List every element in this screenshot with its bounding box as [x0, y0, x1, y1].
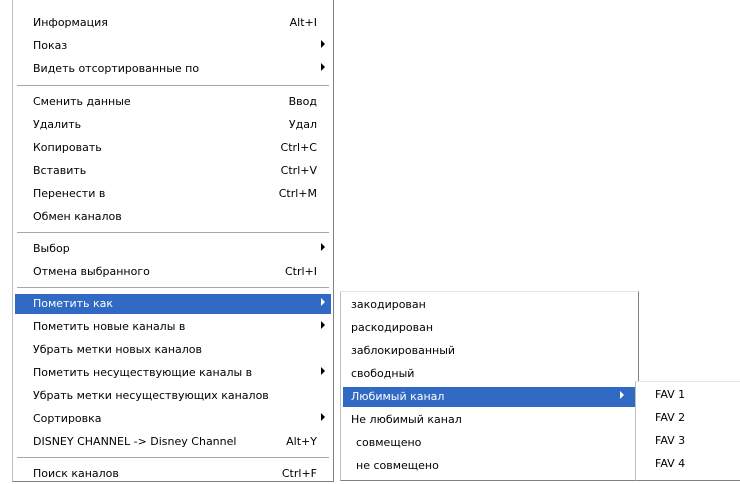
- submenu-arrow-icon: [321, 243, 325, 251]
- menu-item-select[interactable]: Выбор: [15, 239, 331, 259]
- submenu-item-fav3[interactable]: FAV 3: [638, 431, 740, 451]
- menu-item-label: Не любимый канал: [351, 413, 462, 426]
- menu-item-label: Выбор: [33, 242, 70, 255]
- menu-item-delete[interactable]: Удалить Удал: [15, 115, 331, 135]
- submenu-item-not-matched[interactable]: не совмещено: [343, 456, 636, 476]
- submenu-arrow-icon: [321, 298, 325, 306]
- menu-item-sorted-view[interactable]: Видеть отсортированные по: [15, 59, 331, 79]
- menu-item-remove-new-marks[interactable]: Убрать метки новых каналов: [15, 340, 331, 360]
- menu-item-shortcut: Ctrl+C: [280, 141, 317, 154]
- submenu-item-fav2[interactable]: FAV 2: [638, 408, 740, 428]
- menu-item-label: Сменить данные: [33, 95, 131, 108]
- submenu-arrow-icon: [321, 413, 325, 421]
- menu-item-mark-missing-channels[interactable]: Пометить несуществующие каналы в: [15, 363, 331, 383]
- menu-item-label: Перенести в: [33, 187, 106, 200]
- menu-item-swap-channels[interactable]: Обмен каналов: [15, 207, 331, 227]
- menu-item-copy[interactable]: Копировать Ctrl+C: [15, 138, 331, 158]
- submenu-item-favorite[interactable]: Любимый канал: [343, 387, 636, 407]
- menu-item-show[interactable]: Показ: [15, 36, 331, 56]
- menu-item-label: Видеть отсортированные по: [33, 62, 200, 75]
- menu-item-label: свободный: [351, 367, 415, 380]
- menu-item-label: Копировать: [33, 141, 102, 154]
- menu-item-change-data[interactable]: Сменить данные Ввод: [15, 92, 331, 112]
- menu-item-label: закодирован: [351, 298, 426, 311]
- menu-item-shortcut: Ctrl+I: [284, 265, 317, 278]
- menu-item-move-to[interactable]: Перенести в Ctrl+M: [15, 184, 331, 204]
- submenu-item-encoded[interactable]: закодирован: [343, 295, 636, 315]
- menu-item-search-channels[interactable]: Поиск каналов Ctrl+F: [15, 464, 331, 484]
- menu-item-label: Информация: [33, 16, 108, 29]
- menu-item-label: FAV 3: [655, 434, 686, 447]
- menu-item-mark-as[interactable]: Пометить как: [15, 294, 331, 314]
- menu-separator: [17, 457, 329, 459]
- menu-item-label: Пометить как: [33, 297, 114, 310]
- mark-as-submenu: закодирован раскодирован заблокированный…: [340, 291, 639, 481]
- menu-item-sorting[interactable]: Сортировка: [15, 409, 331, 429]
- menu-item-label: Пометить несуществующие каналы в: [33, 366, 253, 379]
- menu-item-label: FAV 2: [655, 411, 686, 424]
- menu-item-label: Обмен каналов: [33, 210, 122, 223]
- menu-item-label: Вставить: [33, 164, 87, 177]
- menu-item-remove-missing-marks[interactable]: Убрать метки несуществующих каналов: [15, 386, 331, 406]
- menu-item-label: Показ: [33, 39, 68, 52]
- submenu-arrow-icon: [620, 391, 624, 399]
- submenu-item-locked[interactable]: заблокированный: [343, 341, 636, 361]
- menu-item-label: Удалить: [33, 118, 82, 131]
- menu-item-label: Убрать метки несуществующих каналов: [33, 389, 269, 402]
- menu-separator: [17, 232, 329, 234]
- menu-item-shortcut: Ctrl+M: [278, 187, 317, 200]
- menu-item-label: Сортировка: [33, 412, 102, 425]
- submenu-arrow-icon: [321, 40, 325, 48]
- submenu-item-matched[interactable]: совмещено: [343, 433, 636, 453]
- menu-item-shortcut: Удал: [288, 118, 317, 131]
- menu-item-shortcut: Alt+Y: [286, 435, 317, 448]
- menu-item-label: FAV 1: [655, 388, 686, 401]
- submenu-arrow-icon: [321, 321, 325, 329]
- menu-item-label: заблокированный: [351, 344, 456, 357]
- menu-item-label: DISNEY CHANNEL -> Disney Channel: [33, 435, 237, 448]
- menu-item-shortcut: Ввод: [288, 95, 317, 108]
- menu-item-label: раскодирован: [351, 321, 434, 334]
- submenu-item-not-favorite[interactable]: Не любимый канал: [343, 410, 636, 430]
- menu-item-shortcut: Ctrl+F: [281, 467, 317, 480]
- menu-item-shortcut: Alt+I: [289, 16, 317, 29]
- menu-item-shortcut: Ctrl+V: [280, 164, 317, 177]
- menu-item-rename-disney[interactable]: DISNEY CHANNEL -> Disney Channel Alt+Y: [15, 432, 331, 452]
- submenu-item-decoded[interactable]: раскодирован: [343, 318, 636, 338]
- submenu-item-fav1[interactable]: FAV 1: [638, 385, 740, 405]
- menu-item-label: Поиск каналов: [33, 467, 119, 480]
- menu-item-info[interactable]: Информация Alt+I: [15, 13, 331, 33]
- menu-separator: [17, 287, 329, 289]
- menu-item-label: Убрать метки новых каналов: [33, 343, 203, 356]
- submenu-item-fav4[interactable]: FAV 4: [638, 454, 740, 474]
- submenu-arrow-icon: [321, 63, 325, 71]
- submenu-item-free[interactable]: свободный: [343, 364, 636, 384]
- menu-item-label: FAV 4: [655, 457, 686, 470]
- menu-item-cancel-selection[interactable]: Отмена выбранного Ctrl+I: [15, 262, 331, 282]
- channel-context-menu: Информация Alt+I Показ Видеть отсортиров…: [12, 0, 334, 482]
- menu-item-label: не совмещено: [356, 459, 439, 472]
- menu-item-label: Пометить новые каналы в: [33, 320, 186, 333]
- menu-separator: [17, 85, 329, 87]
- submenu-arrow-icon: [321, 367, 325, 375]
- menu-item-mark-new-channels[interactable]: Пометить новые каналы в: [15, 317, 331, 337]
- menu-item-label: Любимый канал: [351, 390, 445, 403]
- menu-item-paste[interactable]: Вставить Ctrl+V: [15, 161, 331, 181]
- menu-item-label: совмещено: [356, 436, 422, 449]
- favorite-submenu: FAV 1 FAV 2 FAV 3 FAV 4: [635, 381, 740, 481]
- menu-item-label: Отмена выбранного: [33, 265, 150, 278]
